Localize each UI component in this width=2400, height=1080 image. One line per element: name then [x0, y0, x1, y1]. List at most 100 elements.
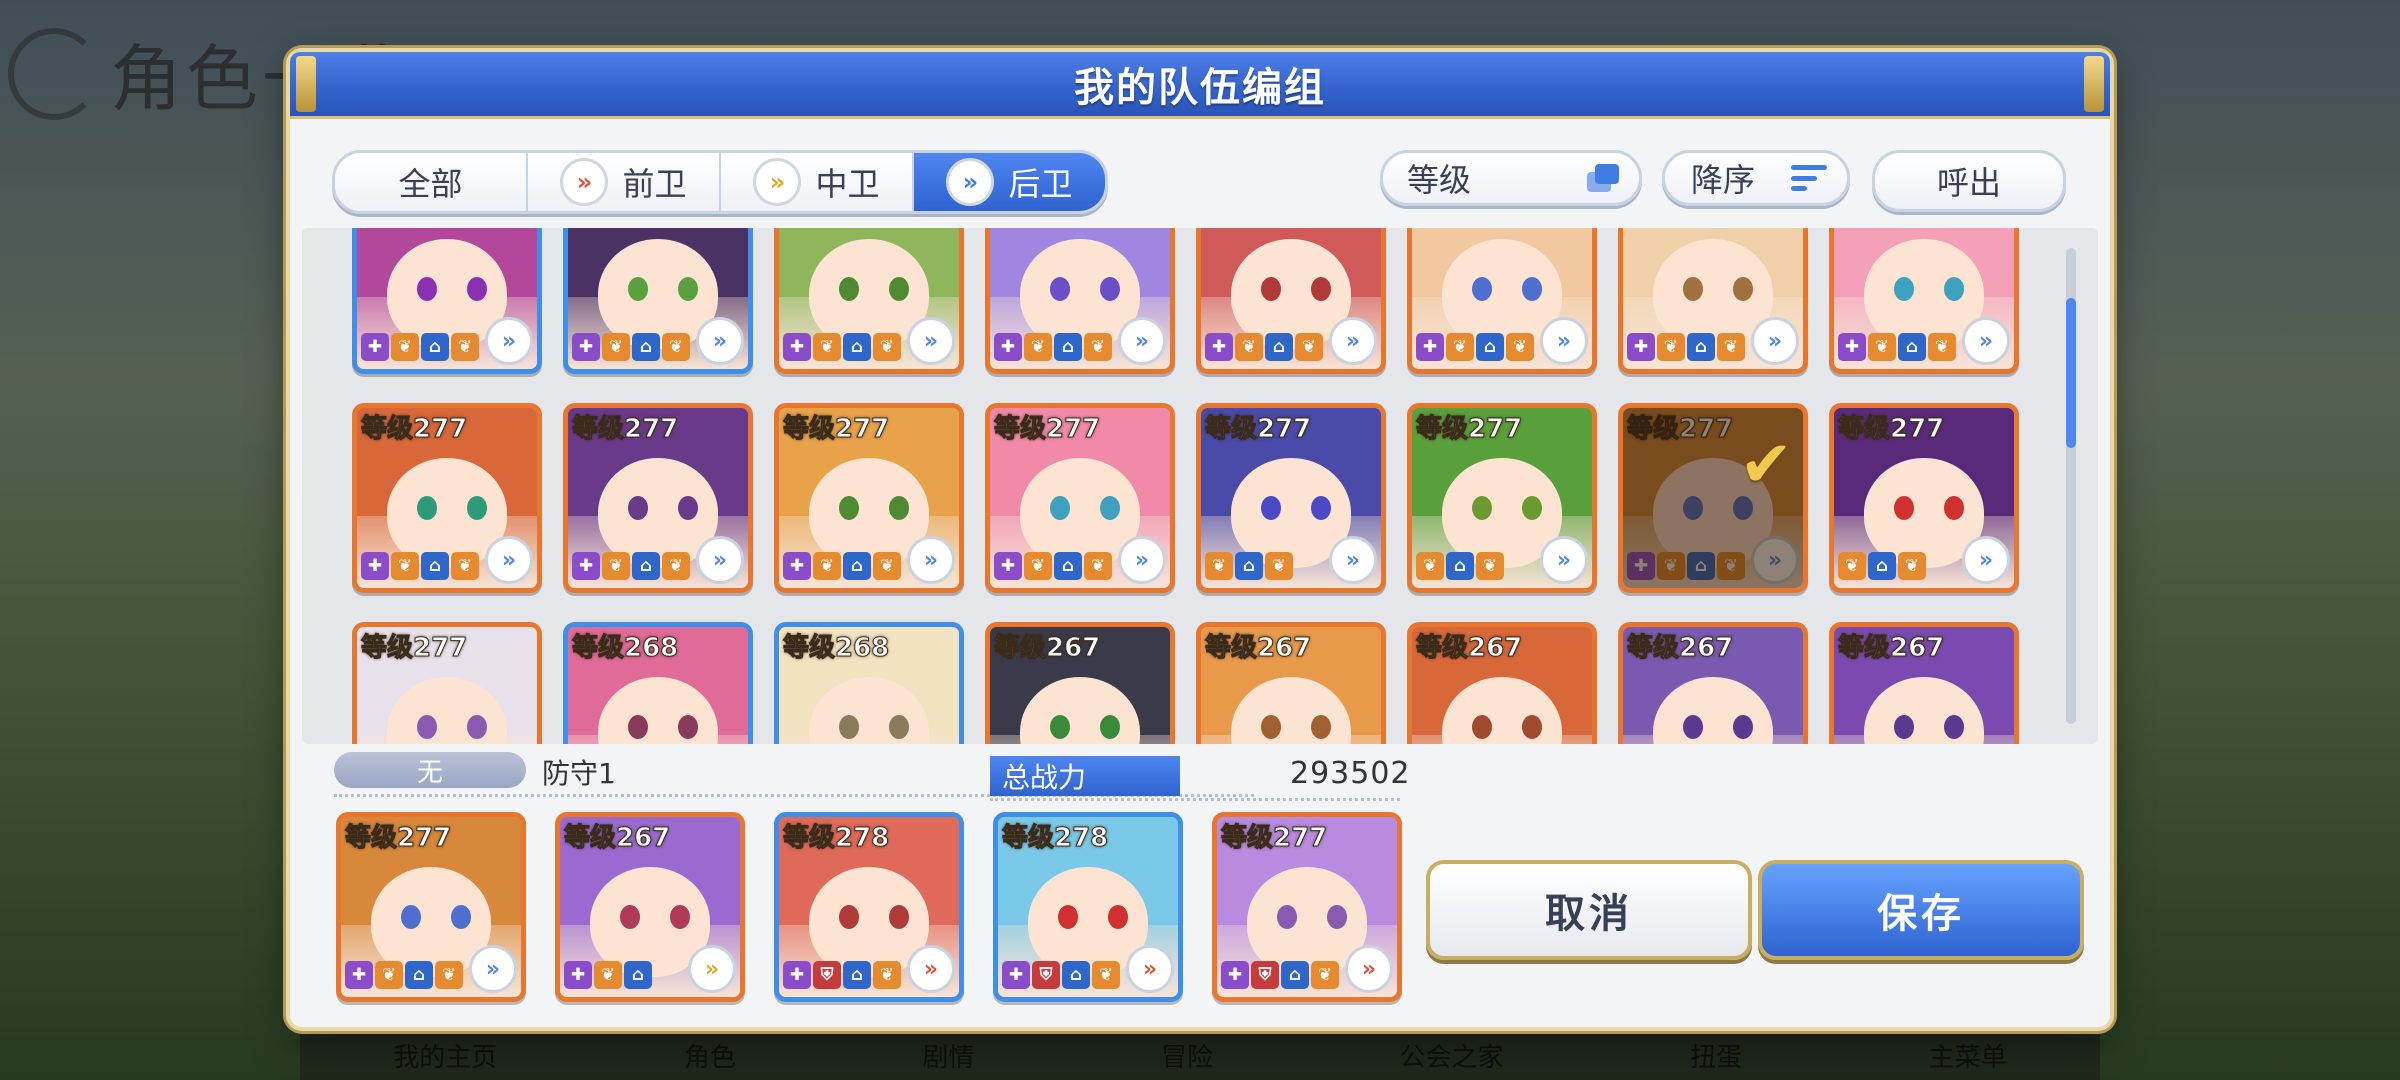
character-card[interactable]: 等级277 ❦ ⌂ ❦ »	[1196, 403, 1386, 593]
level-label: 等级268	[571, 633, 679, 664]
character-card[interactable]: 等级277 ❦ ⌂ ❦ »	[1829, 403, 2019, 593]
equipment-icon: ⌂	[1446, 552, 1474, 580]
character-card[interactable]: 等级277 ✚ ❦ ⌂ ❦»	[336, 812, 526, 1002]
equipment-icon: ❦	[662, 552, 690, 580]
equipment-icon: ❦	[1024, 333, 1052, 361]
equipment-icon: ❦	[1416, 552, 1444, 580]
equipment-icon: ✚	[1627, 333, 1655, 361]
character-card[interactable]: 等级278 ✚ ⛨ ⌂ ❦»	[774, 812, 964, 1002]
save-button[interactable]: 保存	[1758, 860, 2084, 960]
equipment-icon: ✚	[361, 552, 389, 580]
tab-1[interactable]: » 前卫	[528, 153, 721, 211]
character-card[interactable]: 等级277 ✚ ⛨ ⌂ ❦»	[1212, 812, 1402, 1002]
total-power-label: 总战力	[990, 756, 1180, 796]
equipment-icons: ✚❦⌂❦	[1627, 329, 1745, 365]
equipment-icons: ✚❦⌂❦	[994, 329, 1112, 365]
equipment-icon: ❦	[1205, 552, 1233, 580]
sort-key-dropdown[interactable]: 等级	[1380, 150, 1642, 206]
equipment-icon: ⌂	[1281, 961, 1309, 989]
character-card[interactable]: ✚ ❦ ⌂ ❦»	[1618, 228, 1808, 374]
header-ornament	[2084, 56, 2104, 112]
character-card[interactable]: ✚ ❦ ⌂ ❦»	[1829, 228, 2019, 374]
character-card[interactable]: 等级277 ❦ ⌂ ❦ »	[1407, 403, 1597, 593]
team-name: 防守1	[542, 757, 616, 790]
level-label: 等级277	[1415, 414, 1523, 445]
equipment-icon: ❦	[813, 552, 841, 580]
equipment-icon: ⌂	[843, 961, 871, 989]
equipment-icons: ✚❦⌂❦	[1838, 329, 1956, 365]
character-card[interactable]: 等级267 ✚ ❦ ⌂ »	[555, 812, 745, 1002]
cancel-button[interactable]: 取消	[1426, 860, 1752, 960]
character-card[interactable]: ✚ ❦ ⌂ ❦»	[352, 228, 542, 374]
total-power-value: 293502	[1290, 756, 1411, 791]
tab-label: 中卫	[815, 165, 880, 203]
level-label: 等级267	[563, 823, 671, 854]
equipment-icon: ❦	[1295, 333, 1323, 361]
equipment-icon: ✚	[361, 333, 389, 361]
character-card[interactable]: 等级267	[1407, 622, 1597, 744]
character-card[interactable]: ✚ ❦ ⌂ ❦»	[1407, 228, 1597, 374]
grid-scrollbar[interactable]	[2066, 248, 2076, 724]
character-card[interactable]: 等级277 ✚ ❦ ⌂ ❦»	[985, 403, 1175, 593]
equipment-icon: ⌂	[1062, 961, 1090, 989]
equipment-icon: ❦	[1476, 552, 1504, 580]
equipment-icon: ❦	[1717, 333, 1745, 361]
equipment-icon: ⌂	[1868, 552, 1896, 580]
position-chevron-icon: »	[696, 536, 744, 584]
tab-3[interactable]: » 后卫	[914, 153, 1105, 211]
character-grid[interactable]: ✚ ❦ ⌂ ❦» ✚ ❦ ⌂ ❦» ✚ ❦ ⌂ ❦» ✚ ❦ ⌂ ❦» ✚ ❦ ⌂ ❦» ✚ ❦ ⌂ ❦» ✚ ❦ ⌂ ❦» ✚ ❦ ⌂ ❦»…	[302, 228, 2098, 744]
tab-label: 全部	[398, 165, 463, 203]
tab-0[interactable]: 全部	[335, 153, 528, 211]
character-card[interactable]: 等级267	[985, 622, 1175, 744]
sort-key-label: 等级	[1407, 161, 1472, 199]
position-chevron-icon: »	[1540, 317, 1588, 365]
character-card[interactable]: ✚ ❦ ⌂ ❦»	[985, 228, 1175, 374]
level-label: 等级267	[1204, 633, 1312, 664]
team-tag: 无	[334, 752, 526, 788]
character-card[interactable]: ✚ ❦ ⌂ ❦»	[1196, 228, 1386, 374]
level-label: 等级267	[1415, 633, 1523, 664]
equipment-icons: ✚ ⛨ ⌂ ❦	[1002, 957, 1120, 993]
level-label: 等级277	[344, 823, 452, 854]
character-card[interactable]: 等级277 ✚ ❦ ⌂ ❦»	[563, 403, 753, 593]
equipment-icons: ✚❦⌂❦	[783, 329, 901, 365]
call-button[interactable]: 呼出	[1872, 150, 2066, 212]
sort-order-button[interactable]: 降序	[1662, 150, 1850, 206]
level-label: 等级277	[1220, 823, 1328, 854]
character-card[interactable]: 等级278 ✚ ⛨ ⌂ ❦»	[993, 812, 1183, 1002]
character-card[interactable]: 等级267	[1196, 622, 1386, 744]
position-chevron-icon: »	[1962, 317, 2010, 365]
equipment-icons: ✚ ❦ ⌂	[564, 957, 652, 993]
equipment-icon: ✚	[783, 552, 811, 580]
character-card[interactable]: 等级267	[1829, 622, 2019, 744]
character-card[interactable]: 等级267	[1618, 622, 1808, 744]
character-card[interactable]: 等级277 ✚ ❦ ⌂ ❦»	[774, 403, 964, 593]
check-icon: ✔	[1739, 428, 1793, 502]
equipment-icons: ✚ ⛨ ⌂ ❦	[1221, 957, 1339, 993]
tab-label: 后卫	[1008, 165, 1073, 203]
equipment-icon: ❦	[602, 552, 630, 580]
character-card[interactable]: 等级277✚❦⌂❦»✔	[1618, 403, 1808, 593]
equipment-icon: ❦	[1928, 333, 1956, 361]
equipment-icons: ✚❦⌂❦	[783, 548, 901, 584]
sort-order-label: 降序	[1691, 161, 1756, 199]
character-card[interactable]: 等级277 ✚ ❦ ⌂ ❦»	[352, 403, 542, 593]
level-label: 等级277	[993, 414, 1101, 445]
scroll-thumb[interactable]	[2066, 298, 2076, 448]
position-chevron-icon: »	[907, 536, 955, 584]
equipment-icon: ❦	[375, 961, 403, 989]
equipment-icon: ❦	[1657, 333, 1685, 361]
character-card[interactable]: 等级268	[774, 622, 964, 744]
equipment-icon: ⌂	[421, 552, 449, 580]
equipment-icon: ❦	[1506, 333, 1534, 361]
level-label: 等级277	[360, 414, 468, 445]
character-card[interactable]: ✚ ❦ ⌂ ❦»	[563, 228, 753, 374]
tab-2[interactable]: » 中卫	[721, 153, 914, 211]
equipment-icon: ❦	[813, 333, 841, 361]
character-card[interactable]: ✚ ❦ ⌂ ❦»	[774, 228, 964, 374]
level-label: 等级267	[1626, 633, 1734, 664]
character-card[interactable]: 等级277	[352, 622, 542, 744]
equipment-icon: ⛨	[1032, 961, 1060, 989]
equipment-icons: ✚❦⌂❦	[1416, 329, 1534, 365]
character-card[interactable]: 等级268	[563, 622, 753, 744]
